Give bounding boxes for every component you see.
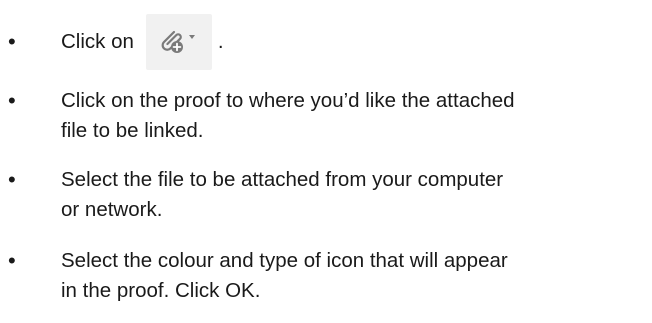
list-item-step-3: • Select the file to be attached from yo… — [0, 165, 652, 225]
step-1-prefix: Click on — [61, 30, 134, 53]
paperclip-plus-icon — [161, 30, 195, 53]
step-3-line-2: or network. — [61, 198, 163, 221]
instructions-document: • Click on . • Click on the proof to whe… — [0, 0, 652, 323]
step-3-line-1: Select the file to be attached from your… — [61, 168, 504, 191]
bullet-marker: • — [8, 248, 16, 273]
attach-file-dropdown-icon — [145, 14, 212, 70]
step-4-line-2: in the proof. Click OK. — [61, 279, 261, 302]
bullet-marker: • — [8, 88, 16, 113]
step-4-text: Select the colour and type of icon that … — [61, 246, 646, 306]
list-item-step-2: • Click on the proof to where you’d like… — [0, 86, 652, 146]
bullet-marker: • — [8, 167, 16, 192]
list-item-step-1: • Click on . — [0, 14, 652, 70]
step-1-suffix: . — [217, 30, 224, 53]
step-2-line-2: file to be linked. — [61, 119, 204, 142]
step-3-text: Select the file to be attached from your… — [61, 165, 646, 225]
list-item-step-4: • Select the colour and type of icon tha… — [0, 246, 652, 306]
bullet-marker: • — [8, 29, 16, 54]
step-4-line-1: Select the colour and type of icon that … — [61, 249, 508, 272]
step-2-text: Click on the proof to where you’d like t… — [61, 86, 646, 146]
step-2-line-1: Click on the proof to where you’d like t… — [61, 89, 515, 112]
step-1-text: Click on . — [61, 14, 646, 70]
